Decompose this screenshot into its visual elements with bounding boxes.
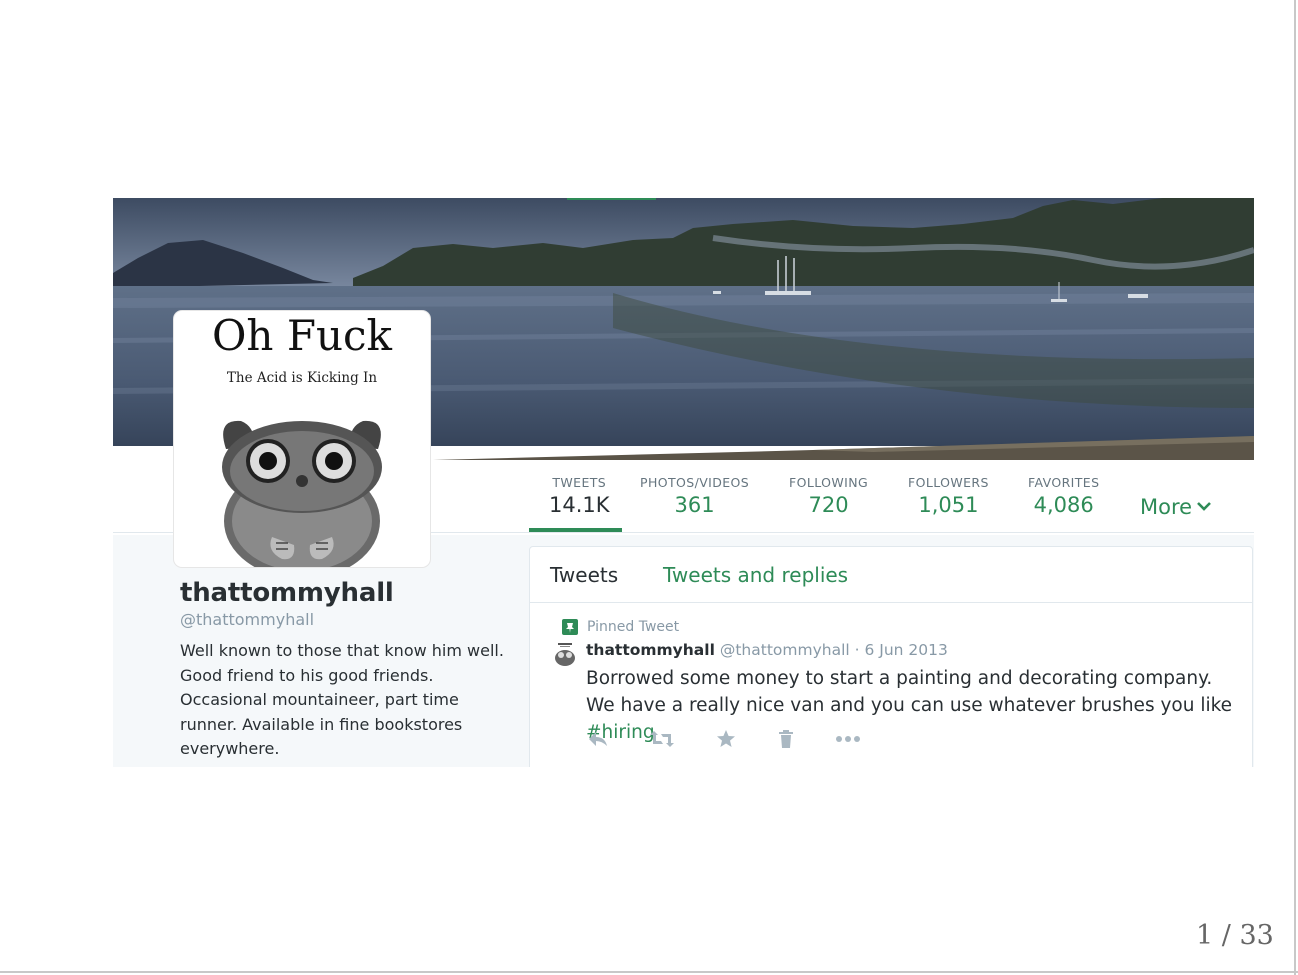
nav-followers[interactable]: FOLLOWERS 1,051	[908, 475, 989, 517]
slide-border-bottom	[0, 971, 1298, 973]
tweet-body: Borrowed some money to start a painting …	[586, 668, 1233, 716]
nav-following-count: 720	[808, 493, 849, 517]
tweet-date[interactable]: 6 Jun 2013	[865, 641, 948, 659]
nav-followers-label: FOLLOWERS	[908, 475, 989, 490]
retweet-icon[interactable]	[649, 729, 675, 753]
nav-photos-videos-count: 361	[674, 493, 715, 517]
nav-more-label: More	[1140, 495, 1193, 519]
nav-favorites-label: FAVORITES	[1028, 475, 1100, 490]
tweet-text: Borrowed some money to start a painting …	[586, 665, 1236, 746]
pin-icon	[562, 619, 578, 635]
favorite-icon[interactable]	[716, 729, 736, 753]
nav-photos-videos[interactable]: PHOTOS/VIDEOS 361	[640, 475, 749, 517]
nav-photos-videos-label: PHOTOS/VIDEOS	[640, 475, 750, 490]
top-accent-line	[567, 198, 656, 200]
tweet-avatar[interactable]	[552, 641, 578, 667]
nav-tweets-count: 14.1K	[549, 493, 610, 517]
nav-favorites[interactable]: FAVORITES 4,086	[1028, 475, 1099, 517]
timeline: Tweets Tweets and replies Pinned Tweet t…	[529, 546, 1253, 767]
tweet-author-name[interactable]: thattommyhall	[586, 641, 715, 659]
delete-icon[interactable]	[778, 729, 794, 753]
nav-following[interactable]: FOLLOWING 720	[789, 475, 868, 517]
nav-tweets-label: TWEETS	[552, 475, 607, 490]
profile-name[interactable]: thattommyhall	[180, 578, 394, 608]
tweet-header: thattommyhall @thattommyhall · 6 Jun 201…	[586, 641, 948, 659]
tweet-separator: ·	[854, 641, 860, 659]
avatar-title: Oh Fuck	[212, 311, 392, 360]
slide-page-number: 1 / 33	[1196, 920, 1274, 951]
reply-icon[interactable]	[587, 729, 609, 753]
nav-more-button[interactable]: More	[1140, 493, 1212, 519]
pinned-tweet-label: Pinned Tweet	[587, 619, 680, 635]
nav-tweets[interactable]: TWEETS 14.1K	[549, 475, 610, 517]
tarsier-illustration	[196, 409, 408, 567]
tab-tweets-and-replies[interactable]: Tweets and replies	[663, 563, 848, 587]
timeline-tabs: Tweets Tweets and replies	[530, 547, 1252, 603]
chevron-down-icon	[1196, 493, 1212, 517]
nav-followers-count: 1,051	[918, 493, 979, 517]
nav-active-underline	[529, 528, 622, 532]
profile-screenshot: TWEETS 14.1K PHOTOS/VIDEOS 361 FOLLOWING…	[113, 198, 1254, 767]
profile-bio: Well known to those that know him well. …	[180, 641, 504, 758]
slide-border-right	[1294, 0, 1296, 975]
nav-favorites-count: 4,086	[1033, 493, 1094, 517]
profile-handle[interactable]: @thattommyhall	[180, 610, 314, 629]
profile-avatar[interactable]: Oh Fuck The Acid is Kicking In	[174, 311, 430, 567]
tab-tweets[interactable]: Tweets	[550, 563, 618, 587]
avatar-subtitle: The Acid is Kicking In	[226, 370, 378, 386]
more-icon[interactable]	[835, 729, 861, 753]
nav-following-label: FOLLOWING	[789, 475, 869, 490]
tweet-author-handle[interactable]: @thattommyhall	[720, 641, 850, 659]
